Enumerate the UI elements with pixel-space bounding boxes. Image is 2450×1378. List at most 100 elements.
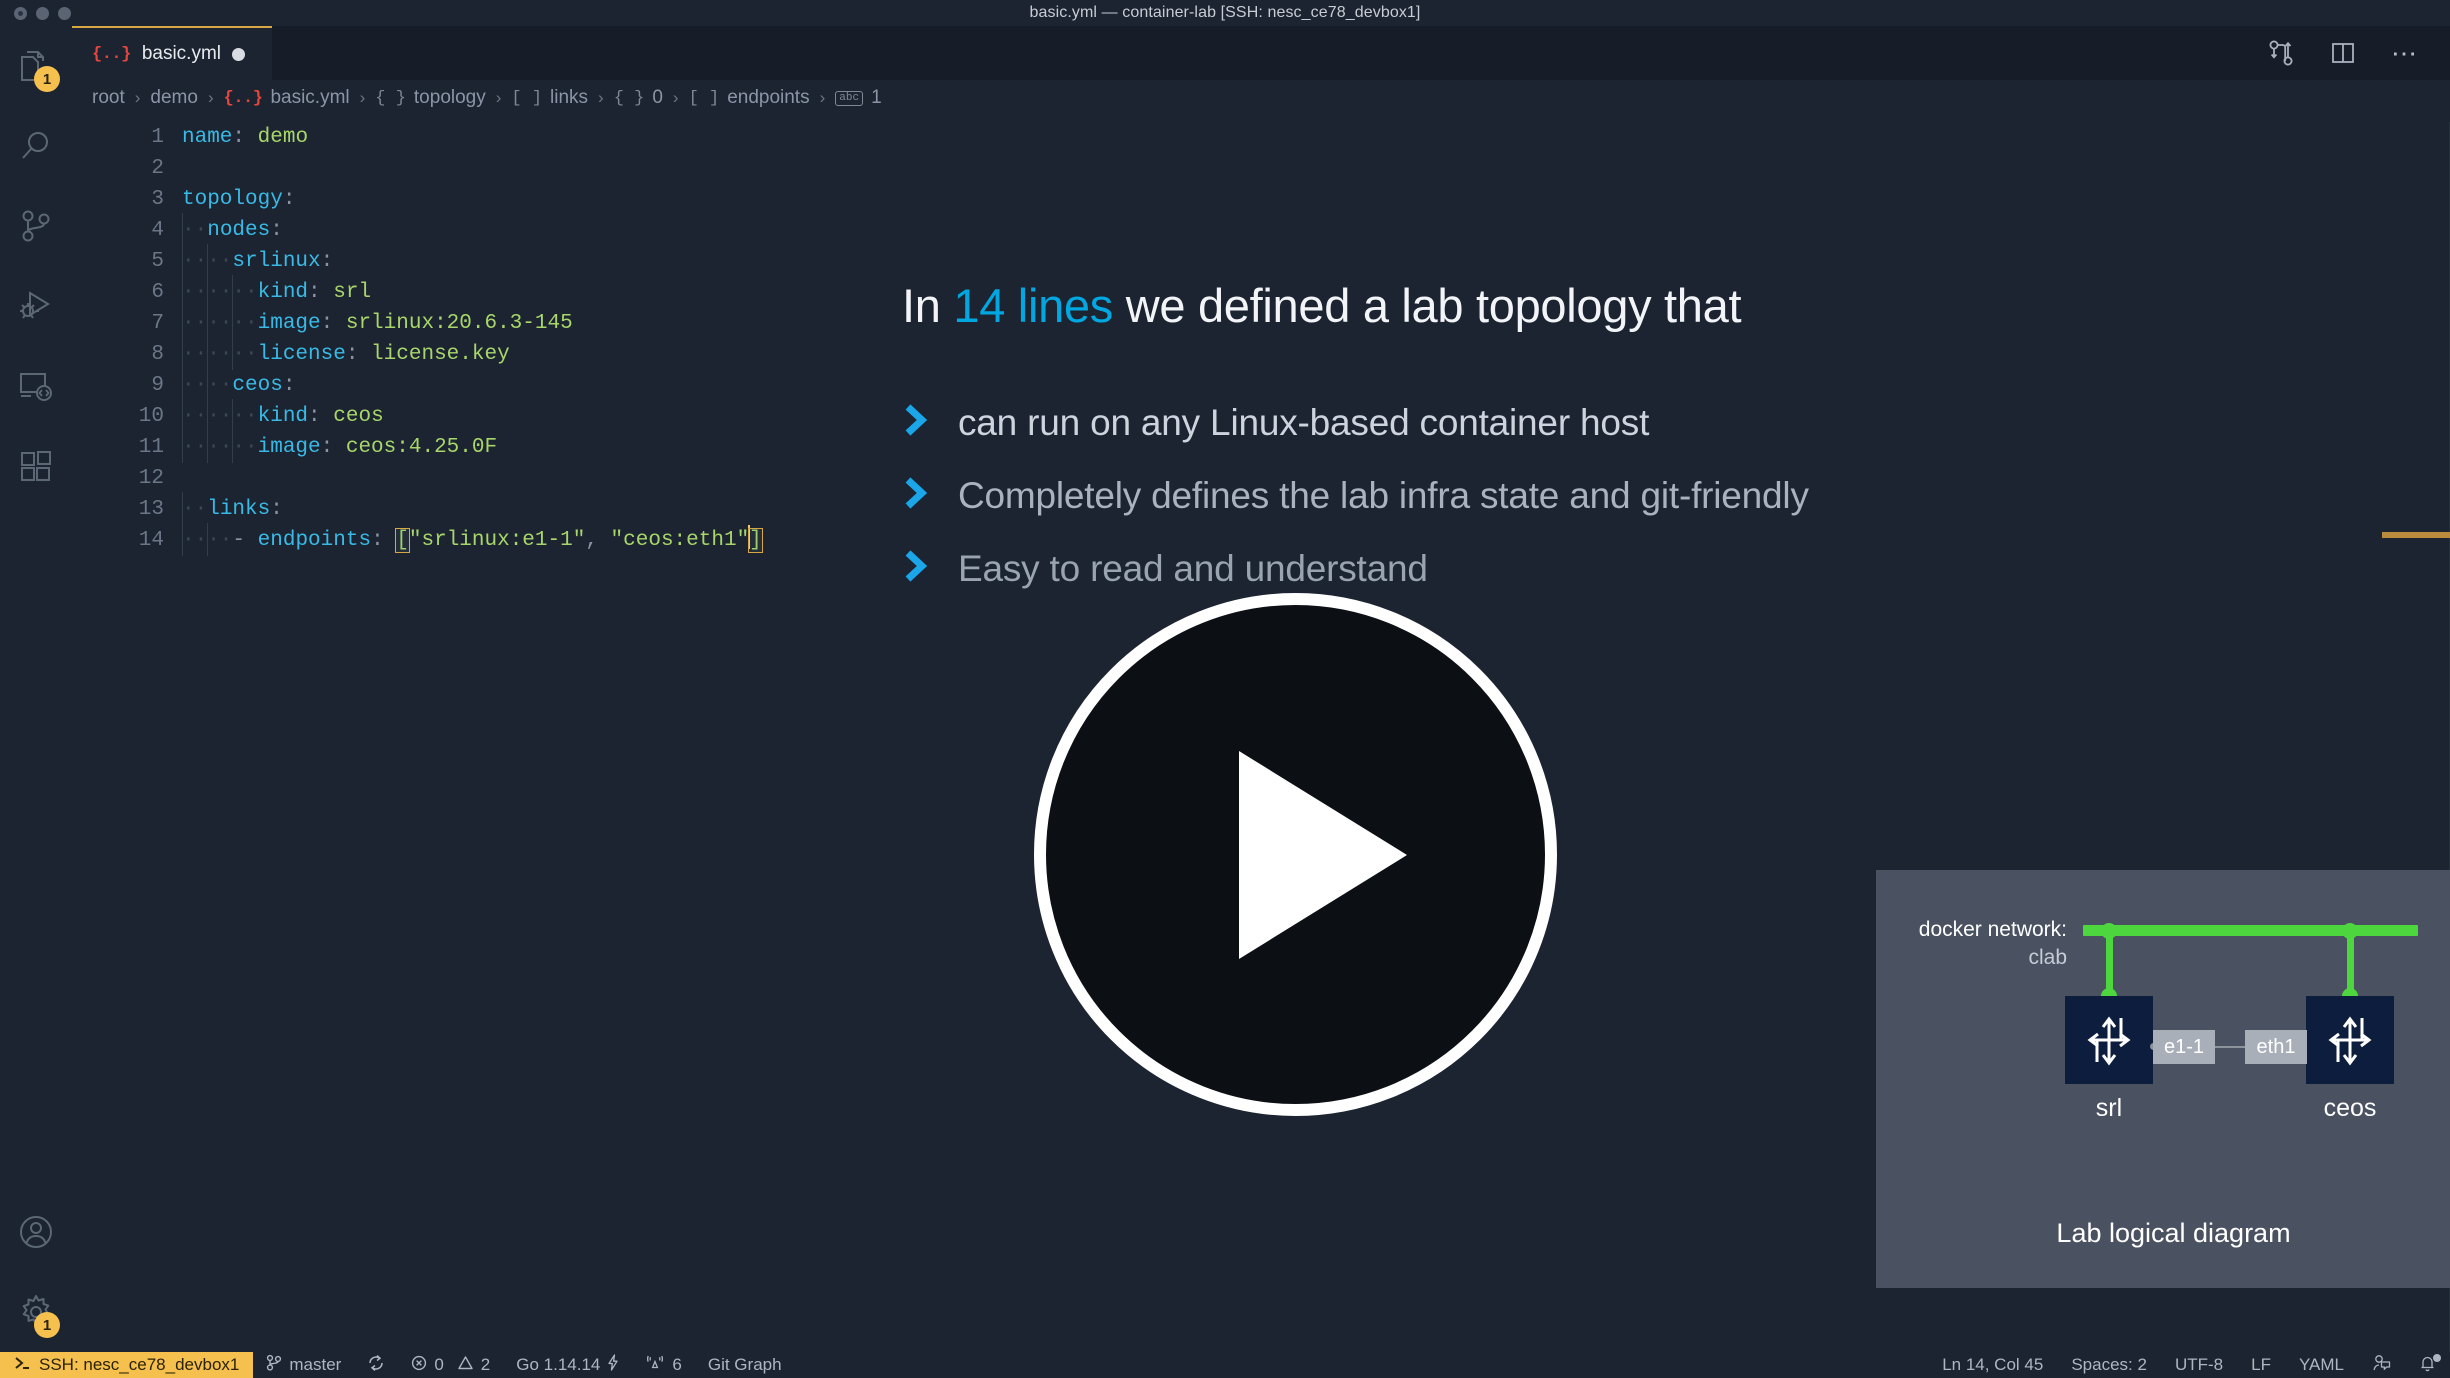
line-content[interactable]: ····ceos: [182,368,296,401]
list-item-label: Completely defines the lab infra state a… [958,474,1809,516]
status-remote-host[interactable]: SSH: nesc_ce78_devbox1 [0,1352,254,1378]
status-problems[interactable]: 0 2 [398,1352,503,1378]
broadcast-count: 6 [672,1355,682,1374]
docker-network-title: docker network: [1918,918,2067,941]
line-number: 3 [151,188,164,211]
yaml-key: nodes [207,219,271,242]
yaml-braces-icon: {..} [223,88,263,108]
sidebar-item-explorer[interactable]: 1 [0,26,72,106]
breadcrumb-item-basic-yml[interactable]: {..} basic.yml [224,87,350,109]
array-icon: [ ] [688,88,720,108]
colon: : [282,374,296,397]
status-sync[interactable] [354,1352,398,1378]
line-number: 8 [151,343,164,366]
line-content[interactable]: ····- endpoints: ["srlinux:e1-1", "ceos:… [182,523,763,556]
headline-pre: In [902,279,954,332]
bracket-match-open: [ [395,528,410,553]
node-ceos [2306,996,2394,1084]
status-indentation[interactable]: Spaces: 2 [2057,1352,2161,1378]
manage-badge: 1 [34,1312,60,1338]
line-number: 1 [151,126,164,149]
search-icon [19,129,53,163]
interface-label-eth1: eth1 [2245,1030,2307,1064]
yaml-value: demo [245,126,309,149]
list-item: Completely defines the lab infra state a… [902,459,1809,532]
status-broadcast[interactable]: 6 [632,1352,694,1378]
tab-basic-yml[interactable]: {..} basic.yml [72,26,272,80]
status-git-graph[interactable]: Git Graph [695,1352,795,1378]
sidebar-item-remote-explorer[interactable] [0,346,72,426]
breadcrumb-item-demo[interactable]: demo [150,87,198,109]
chevron-right-icon [902,475,932,516]
colon: : [282,188,296,211]
page-title: In 14 lines we defined a lab topology th… [902,278,1742,333]
status-notifications[interactable] [2405,1352,2450,1378]
yaml-key: image [257,436,321,459]
sidebar-item-accounts[interactable] [0,1192,72,1272]
sidebar-item-manage[interactable]: 1 [0,1272,72,1352]
status-feedback[interactable] [2358,1352,2405,1378]
code-line: 4 ··nodes: [72,213,2450,246]
line-number: 11 [138,436,164,459]
line-number: 6 [151,281,164,304]
breadcrumb-label: endpoints [727,87,810,108]
line-content[interactable]: ······license: license.key [182,337,510,370]
split-editor-icon[interactable] [2329,39,2357,67]
line-number: 14 [138,529,164,552]
line-content[interactable]: ······image: ceos:4.25.0F [182,430,497,463]
node-label-ceos: ceos [2323,1094,2377,1122]
breadcrumb-label: demo [150,87,198,108]
line-content[interactable]: ······kind: srl [182,275,371,308]
more-actions-icon[interactable]: ⋯ [2391,40,2420,66]
status-cursor-position[interactable]: Ln 14, Col 45 [1928,1352,2057,1378]
editor-area: {..} basic.yml ⋯ root › demo › {..} basi… [72,26,2450,1352]
status-branch[interactable]: master [253,1352,354,1378]
yaml-value: license.key [358,343,510,366]
line-content[interactable]: ······image: srlinux:20.6.3-145 [182,306,573,339]
play-button[interactable] [1034,593,1557,1116]
breadcrumb-item-links[interactable]: [ ] links [511,87,588,109]
colon: : [371,529,397,552]
colon: : [345,343,359,366]
list-dash: - [232,529,258,552]
status-go-version[interactable]: Go 1.14.14 [503,1352,632,1378]
line-content[interactable]: ······kind: ceos [182,399,384,432]
unsaved-indicator-icon[interactable] [232,47,245,61]
sidebar-item-extensions[interactable] [0,426,72,506]
colon: : [270,219,283,242]
yaml-value: srlinux:20.6.3-145 [333,312,573,335]
sidebar-item-source-control[interactable] [0,186,72,266]
bracket-match-close: ] [748,528,763,553]
line-content[interactable]: ··nodes: [182,213,283,246]
chevron-right-icon [902,402,932,443]
list-item: Easy to read and understand [902,532,1809,605]
indent-guide: ······ [182,312,258,335]
yaml-key: links [207,498,271,521]
line-content[interactable]: topology: [182,184,295,215]
line-content[interactable]: ··links: [182,492,283,525]
list-item-label: can run on any Linux-based container hos… [958,401,1650,443]
status-encoding[interactable]: UTF-8 [2161,1352,2237,1378]
indent-guide: ······ [182,343,258,366]
yaml-key: license [257,343,346,366]
sidebar-item-run-debug[interactable] [0,266,72,346]
breadcrumb-item-endpoints[interactable]: [ ] endpoints [689,87,810,109]
status-language-mode[interactable]: YAML [2285,1352,2358,1378]
line-content[interactable]: ····srlinux: [182,244,333,277]
line-content[interactable]: name: demo [182,122,308,153]
line-number: 4 [151,219,164,242]
comma: , [585,529,611,552]
compare-changes-icon[interactable] [2267,39,2295,67]
docker-network-bar [2083,925,2418,936]
breadcrumb-separator: › [359,88,366,107]
status-eol[interactable]: LF [2237,1352,2285,1378]
breadcrumb-separator: › [819,88,826,107]
breadcrumb-item-root[interactable]: root [92,87,125,109]
eol-label: LF [2251,1355,2271,1374]
breadcrumb-item-1[interactable]: abc 1 [835,87,882,109]
sidebar-item-search[interactable] [0,106,72,186]
list-item-label: Easy to read and understand [958,547,1428,589]
breadcrumb-item-topology[interactable]: { } topology [375,87,485,109]
breadcrumb-item-0[interactable]: { } 0 [614,87,663,109]
breadcrumb: root › demo › {..} basic.yml › { } topol… [72,80,2450,116]
